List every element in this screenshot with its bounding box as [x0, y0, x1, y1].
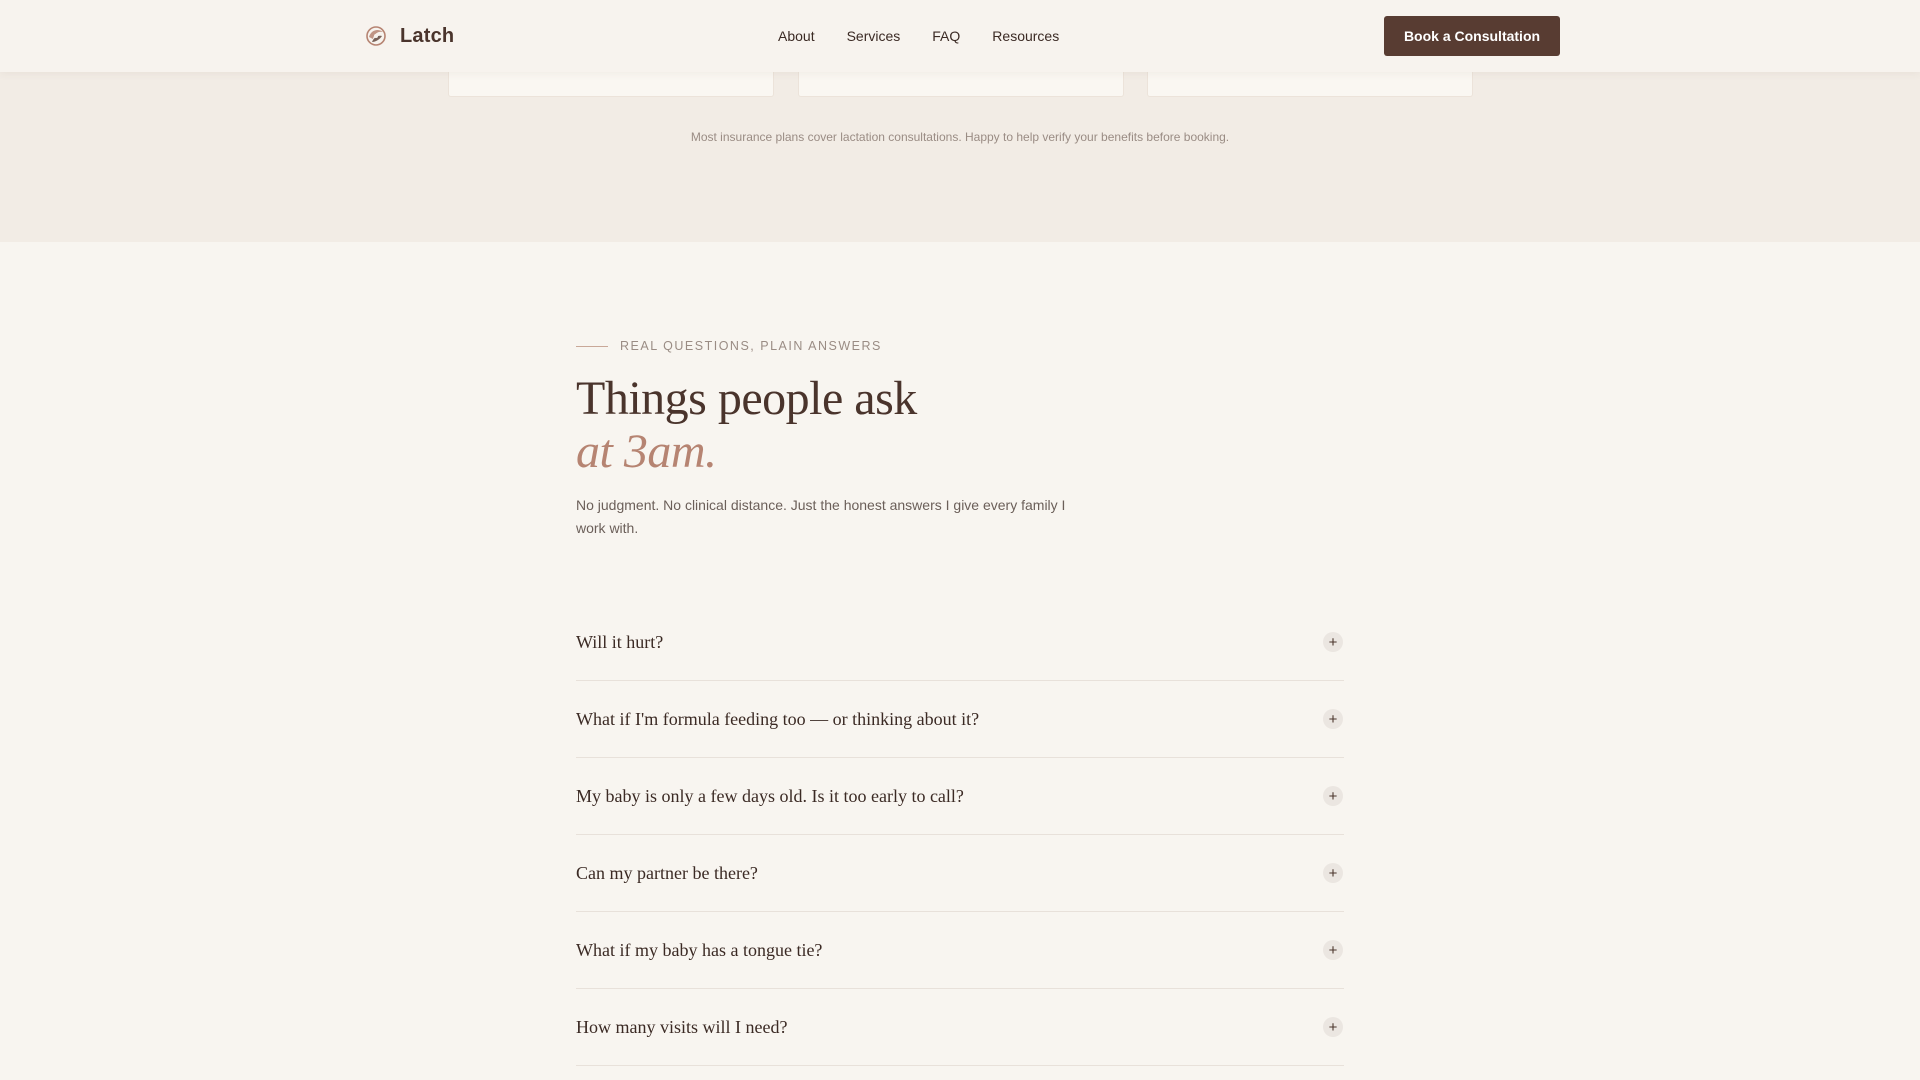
main-nav: About Services FAQ Resources: [778, 27, 1059, 45]
logo-link[interactable]: Latch: [364, 24, 454, 48]
plus-icon[interactable]: +: [1323, 863, 1343, 883]
faq-item[interactable]: What if my baby has a tongue tie? +: [576, 912, 1344, 989]
site-header: Latch About Services FAQ Resources Book …: [0, 0, 1920, 72]
section-title: Things people ask at 3am.: [576, 372, 917, 478]
faq-question: What if my baby has a tongue tie?: [576, 939, 823, 960]
faq-question: My baby is only a few days old. Is it to…: [576, 785, 964, 806]
nav-link-faq[interactable]: FAQ: [932, 27, 960, 45]
plus-icon[interactable]: +: [1323, 1017, 1343, 1037]
book-consultation-button[interactable]: Book a Consultation: [1384, 16, 1560, 56]
brand-name: Latch: [400, 24, 455, 47]
faq-item[interactable]: What if I'm formula feeding too — or thi…: [576, 681, 1344, 758]
plus-icon[interactable]: +: [1323, 786, 1343, 806]
faq-question: Will it hurt?: [576, 631, 664, 652]
faq-item[interactable]: Will it hurt? +: [576, 604, 1344, 681]
nav-link-services[interactable]: Services: [847, 27, 901, 45]
faq-item[interactable]: My baby is only a few days old. Is it to…: [576, 758, 1344, 835]
insurance-note: Most insurance plans cover lactation con…: [690, 130, 1230, 144]
section-title-line1: Things people ask: [576, 372, 917, 425]
faq-question: What if I'm formula feeding too — or thi…: [576, 708, 980, 729]
faq-question: How many visits will I need?: [576, 1016, 788, 1037]
plus-icon[interactable]: +: [1323, 632, 1343, 652]
eyebrow-divider: [576, 345, 608, 347]
section-intro: No judgment. No clinical distance. Just …: [576, 497, 1066, 536]
nav-link-about[interactable]: About: [778, 27, 815, 45]
plus-icon[interactable]: +: [1323, 940, 1343, 960]
latch-logo-icon: [366, 26, 386, 46]
plus-icon[interactable]: +: [1323, 709, 1343, 729]
faq-list: Will it hurt? + What if I'm formula feed…: [576, 604, 1344, 1066]
eyebrow-text: Real questions, plain answers: [620, 339, 882, 353]
faq-item[interactable]: Can my partner be there? +: [576, 835, 1344, 912]
section-eyebrow: Real questions, plain answers: [576, 339, 882, 353]
faq-question: Can my partner be there?: [576, 862, 758, 883]
faq-item[interactable]: How many visits will I need? +: [576, 989, 1344, 1066]
section-title-accent: at 3am.: [576, 425, 717, 478]
nav-link-resources[interactable]: Resources: [992, 27, 1059, 45]
